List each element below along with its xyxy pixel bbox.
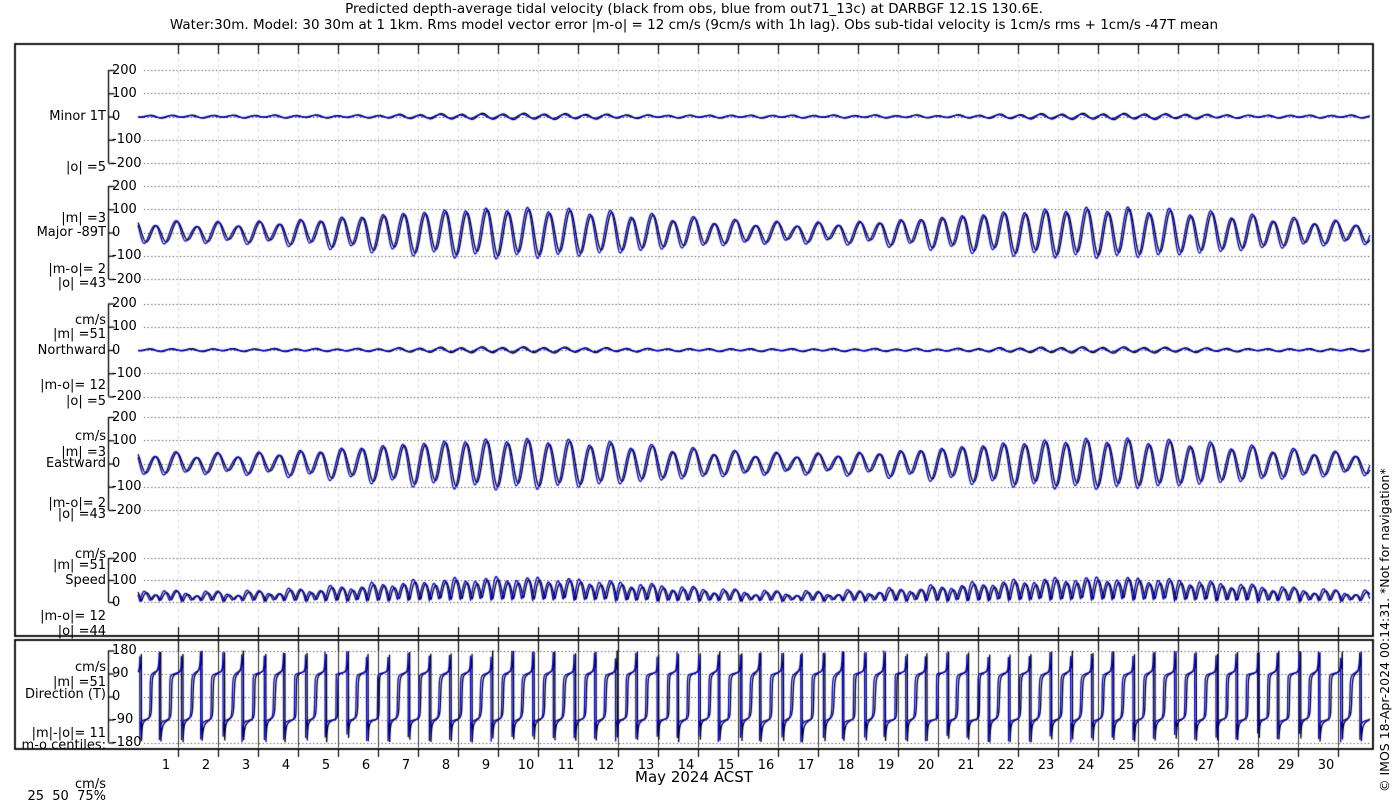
y-tick-label: 200 — [112, 296, 137, 311]
x-day-label: 10 — [517, 758, 535, 773]
watermark-text: © IMOS 18-Apr-2024 00:14:31. *Not for na… — [1377, 468, 1392, 792]
x-day-label: 7 — [401, 758, 411, 773]
x-day-label: 27 — [1197, 758, 1215, 773]
y-tick-label: 200 — [112, 62, 137, 78]
x-day-label: 9 — [481, 758, 491, 773]
y-tick-label: 100 — [112, 201, 137, 217]
y-tick-label: -200 — [112, 389, 142, 404]
x-day-label: 30 — [1317, 758, 1335, 773]
x-day-label: 5 — [321, 758, 331, 773]
x-day-label: 19 — [877, 758, 895, 773]
panel-label-direction: Direction (T) m-o centiles: 25 50 75% -1… — [14, 652, 106, 800]
y-tick-label: 200 — [112, 178, 137, 194]
y-tick-label: -100 — [112, 479, 142, 495]
y-tick-label: 90 — [112, 666, 129, 681]
y-tick-label: 100 — [112, 432, 137, 448]
x-day-label: 3 — [241, 758, 251, 773]
x-day-label: 1 — [161, 758, 171, 773]
panel-eastward-obs-stat: |o| =43 — [57, 507, 106, 522]
y-tick-label: 100 — [112, 319, 137, 335]
x-day-label: 26 — [1157, 758, 1175, 773]
x-day-label: 4 — [281, 758, 291, 773]
x-day-label: 24 — [1077, 758, 1095, 773]
x-day-label: 23 — [1037, 758, 1055, 773]
panel-minor-obs-stat: |o| =5 — [65, 160, 106, 175]
x-day-label: 18 — [837, 758, 855, 773]
x-day-label: 6 — [361, 758, 371, 773]
y-tick-label: -200 — [112, 502, 142, 518]
x-day-label: 20 — [917, 758, 935, 773]
y-tick-label: -100 — [112, 365, 142, 381]
x-axis-label: May 2024 ACST — [635, 768, 753, 786]
y-tick-label: -200 — [112, 155, 142, 171]
x-day-label: 22 — [997, 758, 1015, 773]
y-tick-label: 0 — [112, 594, 121, 610]
plot-canvas — [0, 0, 1400, 800]
x-day-label: 21 — [957, 758, 975, 773]
panel-major-title: Major -89T — [36, 225, 106, 240]
panel-speed-obs-stat: |o| =44 — [57, 624, 106, 639]
y-tick-label: 200 — [112, 409, 137, 425]
panel-direction-centile-levels: 25 50 75% — [27, 789, 106, 800]
y-tick-label: -100 — [112, 248, 142, 264]
panel-minor-title: Minor 1T — [49, 109, 106, 124]
x-day-label: 28 — [1237, 758, 1255, 773]
x-day-label: 29 — [1277, 758, 1295, 773]
x-day-label: 8 — [441, 758, 451, 773]
y-tick-label: 0 — [112, 689, 121, 704]
y-tick-label: 200 — [112, 550, 137, 566]
y-tick-label: 0 — [112, 456, 121, 471]
panel-northward-obs-stat: |o| =5 — [65, 394, 106, 409]
y-tick-label: 100 — [112, 85, 137, 101]
x-day-label: 11 — [557, 758, 575, 773]
panel-direction-title: Direction (T) — [25, 687, 106, 702]
y-tick-label: 100 — [112, 572, 137, 588]
y-tick-label: -180 — [112, 735, 142, 750]
y-tick-label: -90 — [112, 712, 134, 727]
y-tick-label: -100 — [112, 132, 142, 148]
x-day-label: 17 — [797, 758, 815, 773]
panel-direction-centiles-caption: m-o centiles: — [21, 738, 106, 753]
panel-speed-title: Speed — [65, 573, 106, 588]
y-tick-label: 0 — [112, 225, 121, 240]
y-tick-label: 0 — [112, 342, 121, 358]
panel-northward-title: Northward — [37, 343, 106, 358]
x-day-label: 2 — [201, 758, 211, 773]
y-tick-label: 0 — [112, 109, 121, 124]
panel-eastward-title: Eastward — [45, 456, 106, 471]
y-tick-label: 180 — [112, 643, 137, 658]
y-tick-label: -200 — [112, 271, 142, 287]
x-day-label: 25 — [1117, 758, 1135, 773]
tidal-velocity-figure: Predicted depth-average tidal velocity (… — [0, 0, 1400, 800]
panel-major-obs-stat: |o| =43 — [57, 276, 106, 291]
